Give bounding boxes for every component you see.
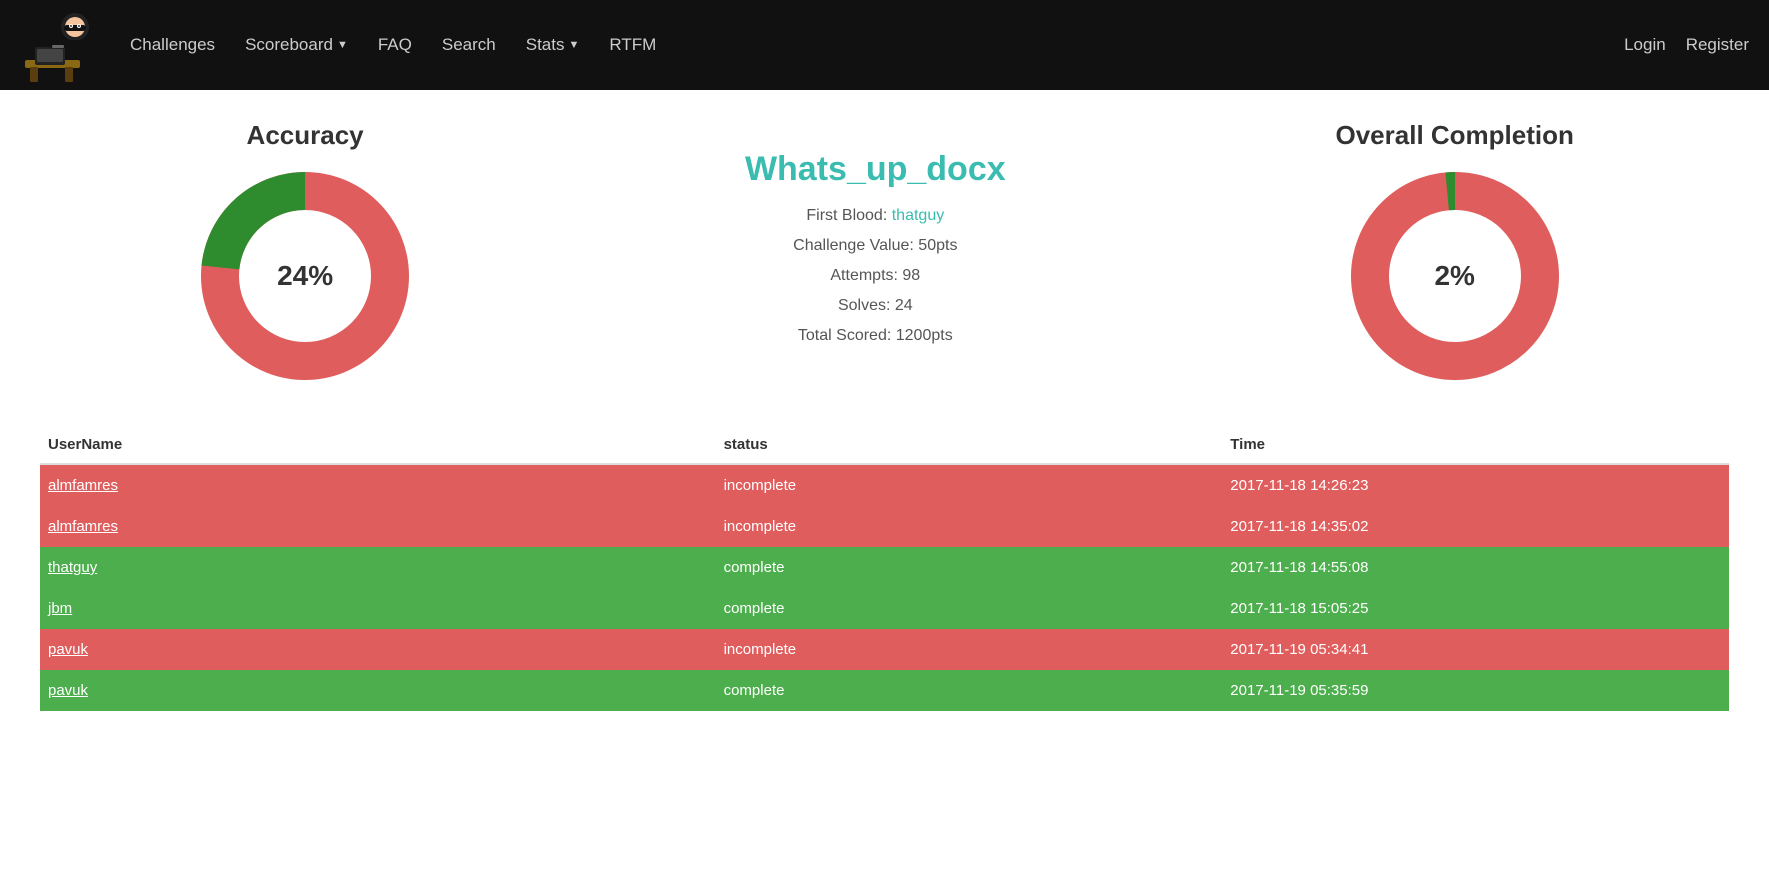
table-row: almfamres incomplete2017-11-18 14:35:02: [40, 506, 1729, 547]
logo: [20, 5, 100, 85]
username-link[interactable]: almfamres: [48, 477, 118, 494]
challenge-value-label: Challenge Value:: [793, 237, 914, 254]
attempts-value: 98: [902, 267, 920, 284]
table-cell-username: almfamres: [40, 506, 716, 547]
table-header-row: UserName status Time: [40, 426, 1729, 464]
first-blood-user[interactable]: thatguy: [892, 207, 944, 224]
nav-login[interactable]: Login: [1624, 35, 1666, 55]
table-cell-time: 2017-11-18 15:05:25: [1222, 588, 1729, 629]
stats-row: Accuracy 24% Whats_up_docx First Blood: …: [40, 120, 1729, 386]
table-row: pavuk complete2017-11-19 05:35:59: [40, 670, 1729, 711]
nav-search[interactable]: Search: [442, 35, 496, 55]
username-link[interactable]: pavuk: [48, 641, 88, 658]
table-cell-time: 2017-11-19 05:35:59: [1222, 670, 1729, 711]
table-row: thatguy complete2017-11-18 14:55:08: [40, 547, 1729, 588]
accuracy-chart: Accuracy 24%: [195, 120, 415, 386]
total-scored-value: 1200pts: [896, 327, 953, 344]
attempts-line: Attempts: 98: [725, 267, 1025, 285]
th-status: status: [716, 426, 1223, 464]
table-cell-status: complete: [716, 547, 1223, 588]
nav-scoreboard[interactable]: Scoreboard ▼: [245, 35, 348, 55]
challenge-value: 50pts: [918, 237, 957, 254]
scoreboard-caret-icon: ▼: [337, 39, 348, 51]
solves-label: Solves:: [838, 297, 890, 314]
accuracy-title: Accuracy: [247, 120, 364, 151]
nav-links: Challenges Scoreboard ▼ FAQ Search Stats…: [130, 35, 1624, 55]
table-cell-status: complete: [716, 588, 1223, 629]
nav-faq[interactable]: FAQ: [378, 35, 412, 55]
accuracy-percentage: 24%: [277, 260, 333, 292]
total-scored-line: Total Scored: 1200pts: [725, 327, 1025, 345]
th-time: Time: [1222, 426, 1729, 464]
table-cell-time: 2017-11-18 14:55:08: [1222, 547, 1729, 588]
table-cell-status: complete: [716, 670, 1223, 711]
table-cell-status: incomplete: [716, 464, 1223, 506]
table-cell-username: thatguy: [40, 547, 716, 588]
nav-stats[interactable]: Stats ▼: [526, 35, 580, 55]
overall-donut-wrapper: 2%: [1345, 166, 1565, 386]
challenge-info: Whats_up_docx First Blood: thatguy Chall…: [725, 150, 1025, 357]
nav-challenges[interactable]: Challenges: [130, 35, 215, 55]
table-cell-time: 2017-11-18 14:26:23: [1222, 464, 1729, 506]
nav-rtfm[interactable]: RTFM: [609, 35, 656, 55]
table-cell-username: pavuk: [40, 629, 716, 670]
table-row: jbm complete2017-11-18 15:05:25: [40, 588, 1729, 629]
nav-right: Login Register: [1624, 35, 1749, 55]
username-link[interactable]: pavuk: [48, 682, 88, 699]
table-cell-username: pavuk: [40, 670, 716, 711]
table-cell-status: incomplete: [716, 629, 1223, 670]
challenge-title: Whats_up_docx: [725, 150, 1025, 189]
solves-line: Solves: 24: [725, 297, 1025, 315]
th-username: UserName: [40, 426, 716, 464]
table-cell-username: jbm: [40, 588, 716, 629]
challenge-value-line: Challenge Value: 50pts: [725, 237, 1025, 255]
ninja-logo-icon: [20, 5, 100, 85]
total-scored-label: Total Scored:: [798, 327, 891, 344]
overall-percentage: 2%: [1434, 260, 1474, 292]
accuracy-donut-wrapper: 24%: [195, 166, 415, 386]
solves-value: 24: [895, 297, 913, 314]
attempts-label: Attempts:: [830, 267, 898, 284]
nav-register[interactable]: Register: [1686, 35, 1749, 55]
table-cell-time: 2017-11-19 05:34:41: [1222, 629, 1729, 670]
overall-chart: Overall Completion 2%: [1336, 120, 1574, 386]
first-blood-line: First Blood: thatguy: [725, 207, 1025, 225]
username-link[interactable]: thatguy: [48, 559, 97, 576]
stats-caret-icon: ▼: [568, 39, 579, 51]
first-blood-label: First Blood:: [806, 207, 887, 224]
username-link[interactable]: jbm: [48, 600, 72, 617]
table-cell-status: incomplete: [716, 506, 1223, 547]
username-link[interactable]: almfamres: [48, 518, 118, 535]
attempts-table: UserName status Time almfamres incomplete…: [40, 426, 1729, 711]
overall-title: Overall Completion: [1336, 120, 1574, 151]
table-cell-time: 2017-11-18 14:35:02: [1222, 506, 1729, 547]
table-row: pavuk incomplete2017-11-19 05:34:41: [40, 629, 1729, 670]
table-cell-username: almfamres: [40, 464, 716, 506]
table-row: almfamres incomplete2017-11-18 14:26:23: [40, 464, 1729, 506]
